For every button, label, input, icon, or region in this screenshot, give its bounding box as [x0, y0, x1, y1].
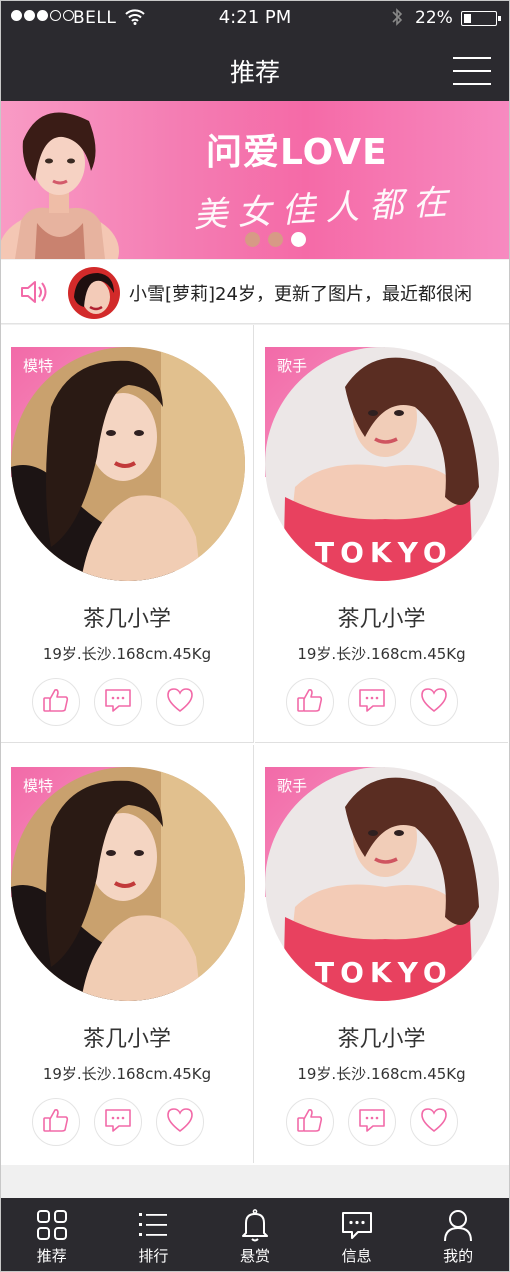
category-tag: 模特 [23, 357, 54, 375]
profile-photo-area[interactable]: 歌手 TOKYO [265, 767, 499, 1003]
pager-dot[interactable] [268, 232, 283, 247]
profile-photo[interactable] [11, 767, 245, 1001]
comment-icon [103, 686, 133, 718]
comment-button[interactable] [94, 1098, 142, 1146]
shirt-text: TOKYO [315, 956, 453, 989]
tab-messages[interactable]: 信息 [306, 1198, 408, 1271]
banner-subtitle: 美女佳人都在 [192, 182, 459, 236]
heart-icon [419, 1106, 449, 1138]
promo-banner[interactable]: 问爱LOVE 美女佳人都在 [1, 101, 509, 259]
category-tag: 歌手 [277, 357, 308, 375]
profile-info: 19岁.长沙.168cm.45Kg [297, 645, 466, 663]
notice-bar[interactable]: 小雪[萝莉]24岁，更新了图片，最近都很闲 [1, 260, 509, 324]
comment-icon [357, 1106, 387, 1138]
hamburger-menu-icon[interactable] [453, 57, 491, 87]
favorite-button[interactable] [410, 1098, 458, 1146]
card-actions [286, 678, 458, 726]
comment-button[interactable] [94, 678, 142, 726]
bottom-tab-bar: 推荐 排行 悬赏 信息 我的 [1, 1198, 509, 1271]
user-icon [441, 1208, 475, 1246]
tab-recommend[interactable]: 推荐 [1, 1198, 103, 1271]
profile-card[interactable]: 歌手 TOKYO 茶几小学 19岁.长沙.168cm.45Kg [255, 745, 508, 1163]
banner-title: 问爱LOVE [206, 132, 388, 173]
heart-icon [165, 1106, 195, 1138]
navigation-bar: 推荐 [1, 41, 509, 101]
tab-label: 信息 [341, 1247, 372, 1265]
tab-label: 推荐 [36, 1247, 67, 1265]
comment-icon [103, 1106, 133, 1138]
like-button[interactable] [286, 678, 334, 726]
like-button[interactable] [286, 1098, 334, 1146]
thumbs-up-icon [41, 1106, 71, 1138]
profile-info: 19岁.长沙.168cm.45Kg [42, 645, 212, 663]
heart-icon [165, 686, 195, 718]
heart-icon [419, 686, 449, 718]
avatar[interactable] [68, 267, 120, 319]
profile-name[interactable]: 茶几小学 [1, 601, 253, 633]
tab-label: 悬赏 [239, 1247, 270, 1265]
profile-info: 19岁.长沙.168cm.45Kg [42, 1065, 212, 1083]
card-actions [32, 678, 204, 726]
bluetooth-icon [391, 7, 403, 32]
like-button[interactable] [32, 678, 80, 726]
thumbs-up-icon [41, 686, 71, 718]
favorite-button[interactable] [410, 678, 458, 726]
status-bar: BELL 4:21 PM 22% [1, 1, 509, 35]
message-icon [340, 1208, 374, 1246]
category-tag: 模特 [23, 777, 54, 795]
profile-card[interactable]: 模特 茶几小学 19岁.长沙.168cm.45Kg [1, 325, 254, 743]
banner-pager [245, 232, 306, 247]
profile-card[interactable]: 模特 茶几小学 19岁.长沙.168cm.45Kg [1, 745, 254, 1163]
profile-name[interactable]: 茶几小学 [1, 1021, 253, 1053]
tab-ranking[interactable]: 排行 [103, 1198, 205, 1271]
like-button[interactable] [32, 1098, 80, 1146]
profile-photo[interactable]: TOKYO [265, 767, 499, 1001]
profile-grid: 模特 茶几小学 19岁.长沙.168cm.45Kg 歌手 TOKYO 茶几小学 … [1, 325, 509, 1165]
thumbs-up-icon [295, 686, 325, 718]
favorite-button[interactable] [156, 678, 204, 726]
comment-button[interactable] [348, 1098, 396, 1146]
app-frame: BELL 4:21 PM 22% 推荐 问爱LOVE 美女佳人都在 小雪[萝莉]… [0, 0, 510, 1272]
profile-card[interactable]: 歌手 TOKYO 茶几小学 19岁.长沙.168cm.45Kg [255, 325, 508, 743]
profile-photo-area[interactable]: 模特 [11, 347, 245, 583]
thumbs-up-icon [295, 1106, 325, 1138]
profile-photo[interactable]: TOKYO [265, 347, 499, 581]
tab-label: 排行 [138, 1247, 169, 1265]
list-icon [136, 1208, 170, 1246]
profile-photo-area[interactable]: 模特 [11, 767, 245, 1003]
comment-icon [357, 686, 387, 718]
tab-profile[interactable]: 我的 [407, 1198, 509, 1271]
notice-text: 小雪[萝莉]24岁，更新了图片，最近都很闲 [129, 284, 472, 305]
top-bar: BELL 4:21 PM 22% 推荐 [1, 1, 509, 101]
battery-icon [461, 11, 501, 26]
profile-info: 19岁.长沙.168cm.45Kg [297, 1065, 466, 1083]
comment-button[interactable] [348, 678, 396, 726]
banner-model-image [1, 112, 119, 259]
shirt-text: TOKYO [315, 536, 453, 569]
favorite-button[interactable] [156, 1098, 204, 1146]
pager-dot-active[interactable] [291, 232, 306, 247]
tab-bounty[interactable]: 悬赏 [204, 1198, 306, 1271]
page-title: 推荐 [229, 58, 280, 87]
profile-name[interactable]: 茶几小学 [255, 1021, 508, 1053]
pager-dot[interactable] [245, 232, 260, 247]
bell-icon [238, 1208, 272, 1246]
card-actions [286, 1098, 458, 1146]
profile-photo-area[interactable]: 歌手 TOKYO [265, 347, 499, 583]
speaker-icon [19, 279, 49, 309]
category-tag: 歌手 [277, 777, 308, 795]
tab-label: 我的 [443, 1247, 474, 1265]
grid-icon [35, 1208, 69, 1246]
profile-photo[interactable] [11, 347, 245, 581]
card-actions [32, 1098, 204, 1146]
profile-name[interactable]: 茶几小学 [255, 601, 508, 633]
battery-percent: 22% [415, 8, 453, 28]
